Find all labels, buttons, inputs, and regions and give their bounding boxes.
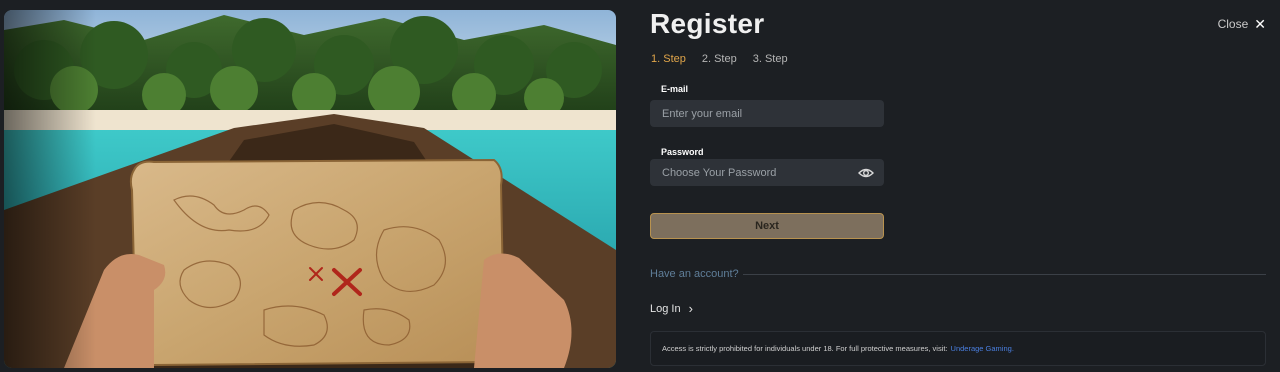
age-restriction-notice: Access is strictly prohibited for indivi…	[650, 331, 1266, 366]
close-label: Close	[1217, 17, 1249, 31]
email-label: E-mail	[661, 84, 689, 94]
have-account-divider: Have an account?	[650, 268, 1266, 280]
login-link[interactable]: Log In ›	[650, 301, 693, 316]
step-2: 2. Step	[701, 53, 737, 65]
close-icon: ✕	[1254, 16, 1266, 32]
password-label: Password	[661, 147, 704, 157]
page-title: Register	[650, 8, 765, 39]
hero-image	[4, 10, 616, 368]
next-button[interactable]: Next	[650, 213, 884, 239]
step-indicator: 1. Step 2. Step 3. Step	[651, 53, 788, 65]
step-1: 1. Step	[651, 53, 686, 65]
login-label: Log In	[650, 302, 681, 315]
underage-gaming-link[interactable]: Underage Gaming.	[951, 344, 1014, 353]
notice-text: Access is strictly prohibited for indivi…	[662, 344, 948, 353]
password-field[interactable]	[650, 159, 884, 186]
divider-line	[742, 273, 1266, 275]
register-panel: Register Close ✕ 1. Step 2. Step 3. Step…	[650, 0, 1266, 372]
step-3: 3. Step	[752, 53, 788, 65]
chevron-right-icon: ›	[688, 301, 693, 316]
treasure-map-illustration	[4, 10, 616, 368]
eye-icon[interactable]	[858, 166, 874, 180]
email-field[interactable]	[650, 100, 884, 127]
close-button[interactable]: Close ✕	[1218, 17, 1266, 31]
have-account-text: Have an account?	[650, 268, 739, 280]
